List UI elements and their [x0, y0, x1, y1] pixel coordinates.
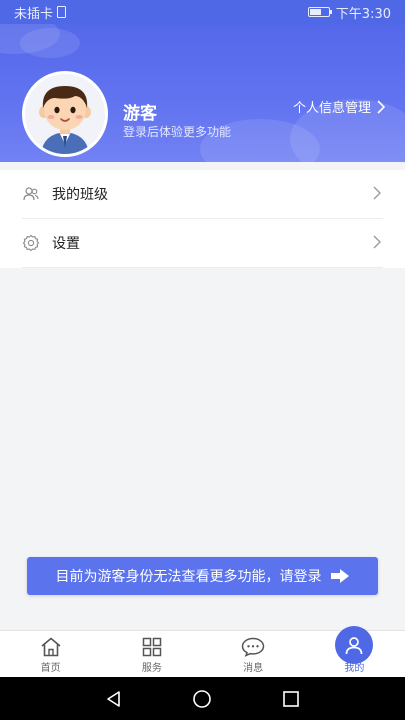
back-icon[interactable] [105, 690, 123, 708]
carrier-text: 未插卡 [14, 6, 54, 22]
tab-mine[interactable]: 我的 [304, 626, 405, 677]
menu-item-my-class[interactable]: 我的班级 [22, 170, 383, 219]
recent-apps-icon[interactable] [282, 690, 300, 708]
profile-header: 游客 登录后体验更多功能 个人信息管理 [0, 24, 405, 162]
battery-icon [307, 7, 332, 17]
profile-manage-label: 个人信息管理 [292, 101, 371, 116]
status-right: 下午3:30 [307, 3, 391, 22]
user-subtitle: 登录后体验更多功能 [123, 125, 232, 139]
bottom-tab-bar: 首页 服务 消息 我的 [0, 626, 405, 677]
tab-label: 服务 [141, 663, 162, 674]
status-left: 未插卡 [14, 3, 67, 22]
profile-manage-link[interactable]: 个人信息管理 [293, 97, 385, 116]
tab-home[interactable]: 首页 [0, 631, 101, 677]
system-nav-bar [0, 677, 405, 720]
tab-active-indicator [335, 626, 374, 664]
avatar[interactable] [22, 71, 108, 157]
boy-avatar-icon [39, 86, 91, 154]
chevron-right-icon [373, 235, 381, 249]
tab-label: 首页 [40, 663, 61, 674]
chevron-right-icon [373, 186, 381, 200]
person-icon [346, 637, 363, 655]
chevron-right-icon [377, 99, 385, 114]
home-circle-icon[interactable] [192, 689, 212, 709]
class-icon [22, 185, 40, 203]
gear-icon [22, 234, 40, 252]
user-name: 游客 [123, 104, 157, 124]
status-bar: 未插卡 下午3:30 [0, 0, 405, 24]
menu-item-label: 我的班级 [52, 187, 108, 203]
arrow-right-icon [330, 569, 349, 583]
cloud-decoration [20, 28, 80, 58]
clock-text: 下午3:30 [335, 6, 391, 22]
menu-item-label: 设置 [52, 236, 80, 252]
guest-login-banner[interactable]: 目前为游客身份无法查看更多功能，请登录 [27, 557, 378, 595]
sim-card-icon [57, 6, 67, 18]
tab-messages[interactable]: 消息 [203, 631, 304, 677]
chat-icon [241, 637, 265, 657]
grid-icon [142, 637, 162, 657]
home-icon [41, 637, 61, 657]
menu-list: 我的班级 设置 [0, 170, 405, 268]
guest-banner-text: 目前为游客身份无法查看更多功能，请登录 [55, 569, 322, 585]
menu-item-settings[interactable]: 设置 [22, 219, 383, 268]
tab-label: 消息 [243, 663, 264, 674]
tab-services[interactable]: 服务 [101, 631, 202, 677]
